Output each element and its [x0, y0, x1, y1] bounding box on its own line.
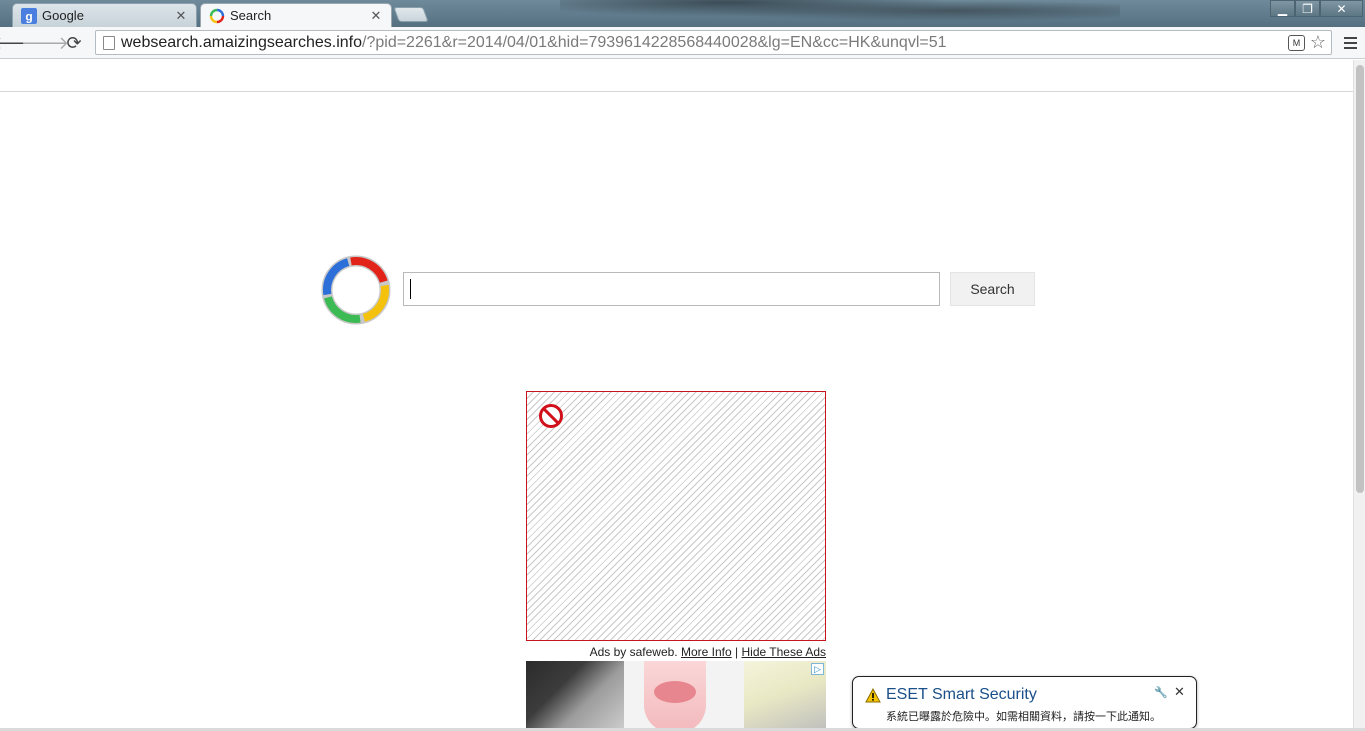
hide-ads-link[interactable]: Hide These Ads — [742, 645, 827, 659]
address-bar[interactable]: websearch.amaizingsearches.info/?pid=226… — [95, 30, 1332, 55]
tab-google[interactable]: g Google ✕ — [12, 3, 197, 27]
bookmark-star-icon[interactable]: ☆ — [1310, 32, 1326, 53]
browser-toolbar: 🡐 🡒 ⟳ websearch.amaizingsearches.info/?p… — [0, 27, 1365, 59]
text-caret — [410, 279, 411, 299]
ring-logo-icon — [209, 8, 225, 23]
search-input[interactable] — [403, 272, 940, 306]
new-tab-button[interactable] — [393, 7, 429, 22]
separator: | — [735, 645, 739, 659]
scrollbar-thumb[interactable] — [1356, 65, 1364, 493]
blocked-circle-icon — [539, 404, 563, 428]
close-tab-icon[interactable]: ✕ — [174, 8, 188, 24]
eset-notification[interactable]: ESET Smart Security 系統已曝露於危險中。如需相關資料，請按一… — [852, 676, 1197, 729]
page-content: Search Ads by safeweb. More Info | Hide … — [0, 60, 1353, 731]
extension-icon[interactable]: M — [1288, 35, 1305, 51]
shoe-ad-banner[interactable]: ▷ — [526, 661, 826, 731]
search-button[interactable]: Search — [950, 272, 1035, 306]
ad-image-shoe-black — [526, 661, 624, 731]
theme-background — [560, 0, 1120, 27]
minimize-button[interactable]: ▁ — [1270, 0, 1295, 17]
page-icon — [103, 35, 115, 50]
header-divider — [0, 91, 1353, 92]
close-icon[interactable]: ✕ — [1174, 684, 1185, 700]
more-info-link[interactable]: More Info — [681, 645, 732, 659]
tab-search[interactable]: Search ✕ — [200, 3, 392, 27]
close-tab-icon[interactable]: ✕ — [369, 8, 383, 24]
vertical-scrollbar[interactable] — [1353, 60, 1365, 731]
close-window-button[interactable]: ✕ — [1320, 0, 1363, 17]
svg-text:g: g — [25, 9, 32, 23]
ad-attribution: Ads by safeweb. More Info | Hide These A… — [526, 645, 826, 659]
tab-title: Google — [42, 8, 84, 23]
warning-triangle-icon — [865, 688, 881, 703]
notification-title: ESET Smart Security — [886, 686, 1037, 703]
maximize-button[interactable]: ❐ — [1295, 0, 1320, 17]
ad-image-shoe-pink — [644, 661, 706, 731]
reload-icon[interactable]: ⟳ — [62, 31, 86, 55]
notification-message: 系統已曝露於危險中。如需相關資料，請按一下此通知。 — [886, 711, 1161, 723]
url-path: /?pid=2261&r=2014/04/01&hid=793961422856… — [362, 33, 947, 51]
ring-logo — [321, 255, 391, 325]
settings-wrench-icon[interactable]: 🔧 — [1154, 686, 1168, 699]
adchoices-icon[interactable]: ▷ — [811, 663, 824, 675]
forward-arrow-icon[interactable]: 🡒 — [21, 31, 69, 55]
google-g-icon: g — [21, 7, 37, 24]
tab-title: Search — [230, 8, 272, 23]
tab-strip: g Google ✕ Search ✕ ▁ ❐ ✕ — [0, 0, 1365, 27]
url-host: websearch.amaizingsearches.info — [121, 33, 363, 51]
blocked-ad-frame — [526, 391, 826, 641]
hamburger-menu-icon[interactable] — [1340, 33, 1360, 53]
ad-attribution-text: Ads by safeweb. — [589, 645, 678, 659]
